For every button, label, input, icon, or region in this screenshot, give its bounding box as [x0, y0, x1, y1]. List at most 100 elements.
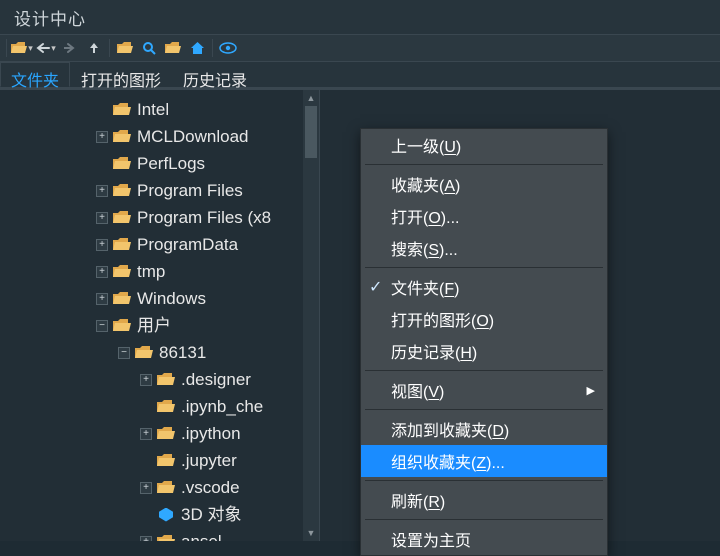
- separator: [6, 39, 7, 57]
- load-icon[interactable]: ▾: [11, 37, 33, 59]
- preview-icon[interactable]: [217, 37, 239, 59]
- tree-label: 86131: [155, 341, 206, 365]
- tree-label: .vscode: [177, 476, 240, 500]
- scrollbar[interactable]: ▲ ▼: [303, 90, 319, 541]
- folder-icon: [157, 399, 175, 414]
- expander[interactable]: +: [96, 131, 108, 143]
- title-text: 设计中心: [14, 5, 86, 30]
- menu-item[interactable]: 上一级(U): [361, 129, 607, 161]
- tree-label: Program Files (x8: [133, 206, 271, 230]
- tree-label: .jupyter: [177, 449, 237, 473]
- context-menu: 上一级(U) 收藏夹(A) 打开(O)... 搜索(S)... ✓文件夹(F)打开的图形…: [360, 128, 608, 556]
- folder-icon: [113, 183, 131, 198]
- tree-row[interactable]: 3D 对象: [0, 501, 319, 528]
- menu-item[interactable]: 视图(V) ▶: [361, 374, 607, 406]
- menu-item[interactable]: ✓文件夹(F): [361, 271, 607, 303]
- tree-row[interactable]: + Program Files (x8: [0, 204, 319, 231]
- menu-item[interactable]: 打开的图形(O): [361, 303, 607, 335]
- tree-row[interactable]: +Windows: [0, 285, 319, 312]
- expander[interactable]: +: [96, 212, 108, 224]
- tree-row[interactable]: + MCLDownload: [0, 123, 319, 150]
- menu-item[interactable]: 收藏夹(A): [361, 168, 607, 200]
- folder-icon: [113, 156, 131, 171]
- tree-row[interactable]: + .designer: [0, 366, 319, 393]
- expander[interactable]: −: [118, 347, 130, 359]
- tree-label: .ipynb_che: [177, 395, 263, 419]
- expander[interactable]: +: [96, 185, 108, 197]
- tree-row[interactable]: − 86131: [0, 339, 319, 366]
- expander[interactable]: +: [96, 293, 108, 305]
- tree-row[interactable]: PerfLogs: [0, 150, 319, 177]
- menu-item[interactable]: 组织收藏夹(Z)...: [361, 445, 607, 477]
- window-title: 设计中心: [0, 0, 720, 34]
- folder-icon: [113, 237, 131, 252]
- expander[interactable]: +: [140, 536, 152, 542]
- scroll-thumb[interactable]: [305, 106, 317, 158]
- folder-icon: [157, 453, 175, 468]
- menu-item[interactable]: 设置为主页: [361, 523, 607, 555]
- folder-tree: Intel+MCLDownloadPerfLogs+Program Files+…: [0, 90, 319, 541]
- menu-label: 打开(O)...: [391, 204, 459, 228]
- tree-row[interactable]: + ProgramData: [0, 231, 319, 258]
- expander[interactable]: −: [96, 320, 108, 332]
- tree-label: PerfLogs: [133, 152, 205, 176]
- scroll-up[interactable]: ▲: [303, 90, 319, 106]
- forward-icon[interactable]: [59, 37, 81, 59]
- expander[interactable]: +: [140, 482, 152, 494]
- tab-1[interactable]: 打开的图形: [70, 62, 172, 87]
- folder-icon: [157, 534, 175, 541]
- menu-item[interactable]: 历史记录(H): [361, 335, 607, 367]
- tab-0[interactable]: 文件夹: [0, 62, 70, 87]
- tree-row[interactable]: Intel: [0, 96, 319, 123]
- menu-item[interactable]: 添加到收藏夹(D): [361, 413, 607, 445]
- expander[interactable]: +: [96, 266, 108, 278]
- tree-row[interactable]: − 用户: [0, 312, 319, 339]
- menu-separator: [365, 480, 603, 481]
- folder-icon: [113, 129, 131, 144]
- menu-label: 文件夹(F): [391, 275, 459, 299]
- folder-icon: [113, 318, 131, 333]
- submenu-arrow-icon: ▶: [587, 384, 595, 397]
- menu-label: 视图(V): [391, 378, 444, 402]
- tree-row[interactable]: + ansel: [0, 528, 319, 541]
- tree-row[interactable]: +.ipython: [0, 420, 319, 447]
- tree-row[interactable]: + Program Files: [0, 177, 319, 204]
- up-icon[interactable]: [83, 37, 105, 59]
- tabs: 文件夹打开的图形历史记录: [0, 62, 720, 90]
- tree-row[interactable]: .jupyter: [0, 447, 319, 474]
- separator: [212, 39, 213, 57]
- expander[interactable]: +: [140, 374, 152, 386]
- favorites-icon[interactable]: [162, 37, 184, 59]
- expander[interactable]: +: [96, 239, 108, 251]
- menu-label: 添加到收藏夹(D): [391, 417, 509, 441]
- back-icon[interactable]: ▾: [35, 37, 57, 59]
- folder-icon[interactable]: [114, 37, 136, 59]
- tree-row[interactable]: .ipynb_che: [0, 393, 319, 420]
- menu-label: 上一级(U): [391, 133, 461, 157]
- tree-label: ansel: [177, 530, 222, 542]
- tree-row[interactable]: + .vscode: [0, 474, 319, 501]
- tree-label: Program Files: [133, 179, 243, 203]
- tree-label: 用户: [133, 314, 171, 338]
- search-icon[interactable]: [138, 37, 160, 59]
- scroll-down[interactable]: ▼: [303, 525, 319, 541]
- menu-item[interactable]: 搜索(S)...: [361, 232, 607, 264]
- folder-icon: [113, 102, 131, 117]
- tree-panel: Intel+MCLDownloadPerfLogs+Program Files+…: [0, 90, 320, 541]
- menu-item[interactable]: 打开(O)...: [361, 200, 607, 232]
- tree-label: MCLDownload: [133, 125, 249, 149]
- menu-label: 历史记录(H): [391, 339, 477, 363]
- home-icon[interactable]: [186, 37, 208, 59]
- menu-item[interactable]: 刷新(R): [361, 484, 607, 516]
- folder-icon: [157, 426, 175, 441]
- cube-icon: [157, 506, 175, 524]
- chevron-down-icon: ▾: [51, 43, 56, 54]
- folder-icon: [157, 372, 175, 387]
- menu-label: 组织收藏夹(Z)...: [391, 449, 505, 473]
- tree-label: ProgramData: [133, 233, 238, 257]
- menu-separator: [365, 370, 603, 371]
- tree-row[interactable]: +tmp: [0, 258, 319, 285]
- expander[interactable]: +: [140, 428, 152, 440]
- tree-label: .designer: [177, 368, 251, 392]
- tab-2[interactable]: 历史记录: [172, 62, 258, 87]
